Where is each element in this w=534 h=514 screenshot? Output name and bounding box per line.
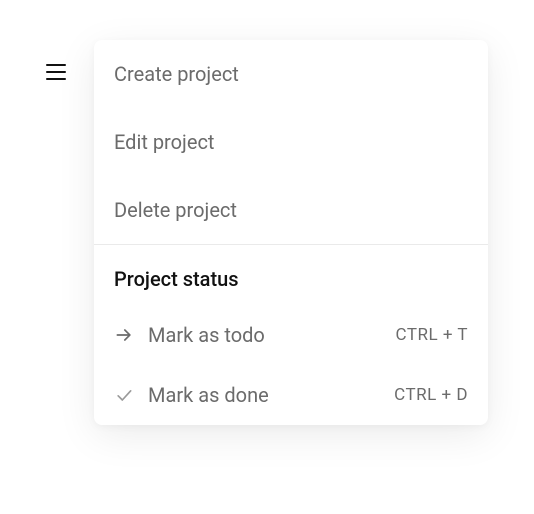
menu-item-label: Delete project: [114, 198, 237, 222]
menu-item-mark-as-todo[interactable]: Mark as todo CTRL + T: [94, 305, 488, 365]
section-header-project-status: Project status: [94, 245, 488, 305]
menu-item-label: Edit project: [114, 130, 214, 154]
keyboard-shortcut: CTRL + D: [394, 385, 468, 405]
keyboard-shortcut: CTRL + T: [396, 325, 469, 345]
arrow-right-icon: [114, 325, 134, 345]
menu-item-label: Mark as done: [148, 383, 269, 407]
dropdown-menu: Create project Edit project Delete proje…: [94, 40, 488, 425]
menu-item-create-project[interactable]: Create project: [94, 40, 488, 108]
menu-item-delete-project[interactable]: Delete project: [94, 176, 488, 244]
menu-item-mark-as-done[interactable]: Mark as done CTRL + D: [94, 365, 488, 425]
hamburger-menu-icon[interactable]: [46, 64, 66, 80]
menu-item-label: Create project: [114, 62, 239, 86]
menu-item-edit-project[interactable]: Edit project: [94, 108, 488, 176]
menu-item-label: Mark as todo: [148, 323, 265, 347]
check-icon: [114, 385, 134, 405]
